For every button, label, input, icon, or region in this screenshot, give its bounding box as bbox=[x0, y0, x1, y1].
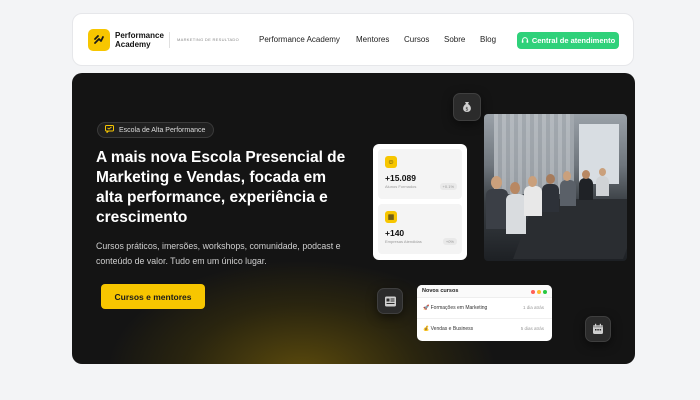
chat-badge-icon bbox=[105, 125, 114, 135]
new-courses-header: Novos cursos bbox=[417, 285, 552, 298]
brand-line-1: Performance bbox=[115, 31, 164, 40]
document-icon bbox=[377, 288, 403, 314]
stat-chip: +0.1% bbox=[439, 183, 457, 190]
courses-mentors-button[interactable]: Cursos e mentores bbox=[101, 284, 205, 309]
building-icon: ▦ bbox=[385, 211, 397, 223]
nav-link-mentores[interactable]: Mentores bbox=[356, 35, 389, 44]
course-item[interactable]: 🚀 Formações em Marketing 1 dia atrás bbox=[417, 298, 552, 319]
support-center-button[interactable]: Central de atendimento bbox=[517, 32, 619, 49]
stat-label: Empresas Atendidas bbox=[385, 239, 422, 244]
hero-title: A mais nova Escola Presencial de Marketi… bbox=[96, 149, 346, 226]
nav-link-cursos[interactable]: Cursos bbox=[404, 35, 429, 44]
stat-companies: ▦ +140 Empresas Atendidas +0% bbox=[378, 204, 462, 254]
brand-name[interactable]: Performance Academy bbox=[115, 31, 164, 49]
nav-link-blog[interactable]: Blog bbox=[480, 35, 496, 44]
logo-divider bbox=[169, 32, 170, 48]
course-name: 💰 Vendas e Business bbox=[423, 326, 474, 332]
top-navbar: Performance Academy Marketing de Resulta… bbox=[72, 13, 634, 66]
nav-link-sobre[interactable]: Sobre bbox=[444, 35, 465, 44]
hero-badge-label: Escola de Alta Performance bbox=[119, 126, 206, 134]
support-center-label: Central de atendimento bbox=[531, 36, 616, 45]
course-name: 🚀 Formações em Marketing bbox=[423, 305, 488, 311]
hero-badge: Escola de Alta Performance bbox=[97, 122, 215, 138]
stat-value: +140 bbox=[385, 228, 405, 238]
new-courses-card: Novos cursos 🚀 Formações em Marketing 1 … bbox=[417, 285, 552, 341]
stat-value: +15.089 bbox=[385, 173, 416, 183]
brand-tagline: Marketing de Resultado bbox=[177, 37, 240, 42]
stat-label: Alunos Formados bbox=[385, 184, 417, 189]
logo-icon[interactable] bbox=[88, 29, 110, 51]
nav-link-performance-academy[interactable]: Performance Academy bbox=[259, 35, 340, 44]
stats-card: ☺ +15.089 Alunos Formados +0.1% ▦ +140 E… bbox=[373, 144, 467, 260]
headset-icon bbox=[521, 36, 529, 46]
course-item[interactable]: 💰 Vendas e Business 5 dias atrás bbox=[417, 319, 552, 340]
window-dot-red-icon bbox=[531, 290, 535, 294]
window-dot-green-icon bbox=[543, 290, 547, 294]
hero-section: Escola de Alta Performance A mais nova E… bbox=[72, 73, 635, 364]
stat-students: ☺ +15.089 Alunos Formados +0.1% bbox=[378, 149, 462, 199]
smile-icon: ☺ bbox=[385, 156, 397, 168]
course-time: 5 dias atrás bbox=[520, 326, 544, 331]
classroom-photo bbox=[484, 114, 627, 261]
course-time: 1 dia atrás bbox=[522, 305, 544, 310]
brand-line-2: Academy bbox=[115, 40, 151, 49]
calendar-icon bbox=[585, 316, 611, 342]
new-courses-title: Novos cursos bbox=[422, 288, 459, 294]
window-dot-yellow-icon bbox=[537, 290, 541, 294]
money-bag-icon: $ bbox=[453, 93, 481, 121]
svg-text:$: $ bbox=[465, 107, 468, 113]
hero-subtitle: Cursos práticos, imersões, workshops, co… bbox=[96, 241, 341, 266]
stat-chip: +0% bbox=[442, 238, 457, 245]
